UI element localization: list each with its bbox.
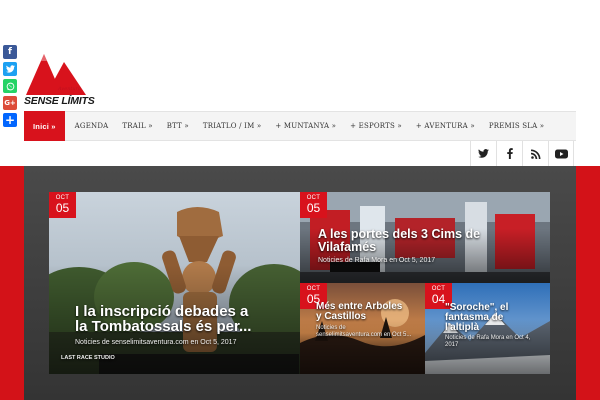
featured-post-small[interactable]: OCT 04 "Soroche", el fantasma de l'altip… xyxy=(425,283,550,374)
photo-caption: LAST RACE STUDIO xyxy=(61,355,115,361)
facebook-share-icon[interactable]: f xyxy=(3,45,17,59)
nav-item-esports[interactable]: + ESPORTS » xyxy=(343,111,409,141)
youtube-icon[interactable] xyxy=(548,141,574,166)
post-meta: Noticies de senselimitsaventura.com en O… xyxy=(316,325,412,339)
page: f G+ + Aventura SENSE LÍMITS Inici » AGE… xyxy=(0,0,600,400)
post-title[interactable]: I la inscripció debades a la Tombatossal… xyxy=(75,304,251,335)
nav-item-trail[interactable]: TRAIL » xyxy=(115,111,159,141)
nav-item-muntanya[interactable]: + MUNTANYA » xyxy=(268,111,343,141)
featured-post-large[interactable]: OCT 05 I la inscripció debades a la Tomb… xyxy=(49,192,300,374)
nav-item-triatlo[interactable]: TRIATLO / IM » xyxy=(196,111,268,141)
featured-band: OCT 05 I la inscripció debades a la Tomb… xyxy=(0,166,600,400)
nav-item-aventura[interactable]: + AVENTURA » xyxy=(409,111,482,141)
main-navigation: Inici » AGENDA TRAIL » BTT » TRIATLO / I… xyxy=(24,111,576,141)
post-date-badge: OCT 05 xyxy=(300,192,327,218)
post-title[interactable]: "Soroche", el fantasma de l'altiplà xyxy=(445,302,508,334)
site-logo[interactable]: Aventura SENSE LÍMITS xyxy=(24,52,95,108)
rss-icon[interactable] xyxy=(522,141,548,166)
nav-item-inici[interactable]: Inici » xyxy=(24,111,65,141)
social-links xyxy=(470,141,574,166)
featured-post-small[interactable]: OCT 05 Més entre Arboles y Castillos Not… xyxy=(300,283,425,374)
featured-grid: OCT 05 I la inscripció debades a la Tomb… xyxy=(24,166,576,400)
logo-tagline: Aventura xyxy=(58,86,82,92)
facebook-icon[interactable] xyxy=(496,141,522,166)
nav-item-btt[interactable]: BTT » xyxy=(160,111,196,141)
nav-item-agenda[interactable]: AGENDA xyxy=(68,111,116,141)
whatsapp-share-icon[interactable] xyxy=(3,79,17,93)
share-bar: f G+ + xyxy=(3,45,17,127)
twitter-share-icon[interactable] xyxy=(3,62,17,76)
post-meta: Noticies de Rafa Mora en Oct 4, 2017 xyxy=(445,335,531,349)
logo-name: SENSE LÍMITS xyxy=(24,95,95,107)
twitter-icon[interactable] xyxy=(470,141,496,166)
featured-post-wide[interactable]: OCT 05 A les portes dels 3 Cims de Vilaf… xyxy=(300,192,550,283)
nav-item-premis[interactable]: PREMIS SLA » xyxy=(482,111,551,141)
google-plus-share-icon[interactable]: G+ xyxy=(3,96,17,110)
post-meta: Noticies de senselimitsaventura.com en O… xyxy=(75,339,237,346)
post-date-badge: OCT 05 xyxy=(49,192,76,218)
post-title[interactable]: A les portes dels 3 Cims de Vilafamés xyxy=(318,228,480,254)
post-meta: Noticies de Rafa Mora en Oct 5, 2017 xyxy=(318,257,436,264)
more-share-icon[interactable]: + xyxy=(3,113,17,127)
post-title[interactable]: Més entre Arboles y Castillos xyxy=(316,301,402,322)
